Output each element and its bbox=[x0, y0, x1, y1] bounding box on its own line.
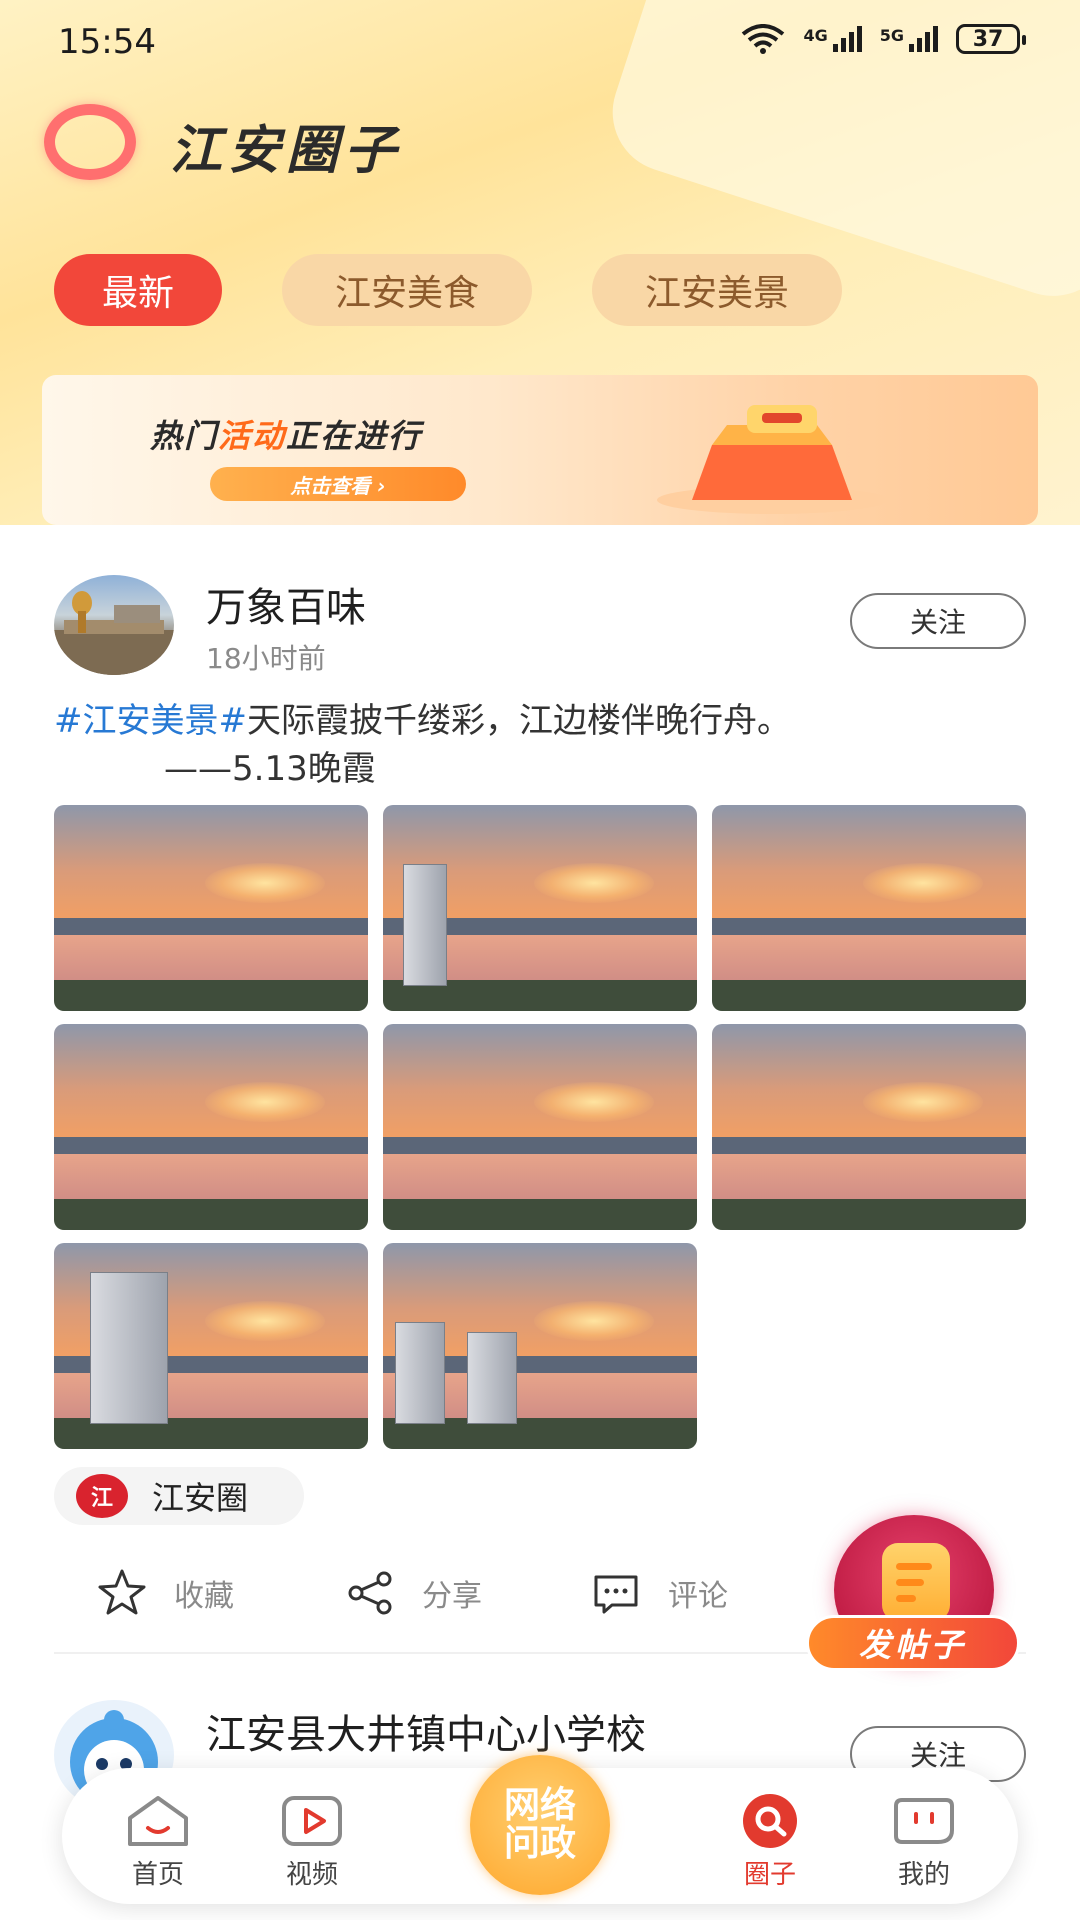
profile-icon bbox=[894, 1798, 954, 1844]
comment-button[interactable]: 评论 bbox=[590, 1553, 728, 1633]
post-image[interactable] bbox=[712, 805, 1026, 1011]
banner-headline-highlight: 活动 bbox=[218, 417, 287, 455]
topic-hashtag[interactable]: #江安美景# bbox=[54, 701, 247, 741]
logo-ring-icon bbox=[44, 104, 136, 180]
nav-center-label: 网络问政 bbox=[503, 1785, 576, 1864]
author-name[interactable]: 万象百味 bbox=[206, 575, 366, 633]
post-content[interactable]: #江安美景#天际霞披千缕彩，江边楼伴晚行舟。 ——5.13晚霞 bbox=[54, 697, 1024, 793]
status-icons: 4G 5G 37 bbox=[741, 24, 1026, 54]
note-icon bbox=[882, 1543, 950, 1621]
create-post-label: 发帖子 bbox=[806, 1615, 1020, 1671]
post-text-line2: ——5.13晚霞 bbox=[164, 749, 376, 789]
status-time: 15:54 bbox=[58, 22, 156, 62]
activity-banner[interactable]: 热门活动正在进行 点击查看 › bbox=[42, 375, 1038, 525]
nav-mine-label: 我的 bbox=[897, 1860, 950, 1890]
nav-center-button[interactable]: 网络问政 bbox=[470, 1755, 610, 1895]
share-label: 分享 bbox=[422, 1579, 482, 1614]
nav-mine[interactable]: 我的 bbox=[874, 1792, 974, 1891]
network-label-4g: 4G bbox=[803, 26, 828, 45]
tab-scenery[interactable]: 江安美景 bbox=[592, 254, 842, 326]
post-image[interactable] bbox=[383, 805, 697, 1011]
post-text-line1: 天际霞披千缕彩，江边楼伴晚行舟。 bbox=[246, 701, 791, 741]
author-name[interactable]: 江安县大井镇中心小学校 bbox=[206, 1702, 646, 1760]
author-avatar[interactable] bbox=[54, 575, 174, 675]
post-image[interactable] bbox=[383, 1243, 697, 1449]
post-image[interactable] bbox=[54, 1024, 368, 1230]
nav-home[interactable]: 首页 bbox=[108, 1792, 208, 1891]
nav-video[interactable]: 视频 bbox=[262, 1792, 362, 1891]
banner-headline-part3: 正在进行 bbox=[286, 417, 423, 455]
signal-4g-icon: 4G bbox=[803, 26, 862, 52]
nav-circle-label: 圈子 bbox=[743, 1860, 796, 1890]
follow-button[interactable]: 关注 bbox=[850, 593, 1026, 649]
banner-cta-button[interactable]: 点击查看 › bbox=[210, 467, 466, 501]
post-time: 18小时前 bbox=[206, 642, 326, 675]
star-icon bbox=[98, 1569, 146, 1615]
comment-label: 评论 bbox=[668, 1579, 728, 1614]
app-title: 江安圈子 bbox=[170, 121, 403, 181]
comment-icon bbox=[594, 1575, 638, 1614]
circle-logo-icon: 江 bbox=[76, 1474, 128, 1518]
favorite-label: 收藏 bbox=[174, 1579, 234, 1614]
create-post-button[interactable]: 发帖子 bbox=[806, 1515, 1026, 1683]
battery-icon: 37 bbox=[956, 24, 1026, 54]
battery-level: 37 bbox=[972, 26, 1004, 52]
circle-chat-icon bbox=[743, 1794, 797, 1848]
post-image[interactable] bbox=[712, 1024, 1026, 1230]
banner-headline-part1: 热门 bbox=[150, 417, 219, 455]
wifi-icon bbox=[742, 24, 785, 54]
signal-5g-icon: 5G bbox=[880, 26, 938, 52]
post-image[interactable] bbox=[383, 1024, 697, 1230]
gift-box-icon bbox=[657, 405, 887, 514]
banner-headline: 热门活动正在进行 bbox=[150, 411, 422, 457]
network-label-5g: 5G bbox=[879, 26, 904, 45]
app-logo bbox=[44, 104, 144, 184]
nav-home-label: 首页 bbox=[131, 1860, 184, 1890]
circle-tag[interactable]: 江 江安圈 bbox=[54, 1467, 304, 1525]
post-image[interactable] bbox=[54, 805, 368, 1011]
nav-circle[interactable]: 圈子 bbox=[720, 1792, 820, 1891]
favorite-button[interactable]: 收藏 bbox=[96, 1553, 234, 1633]
share-icon bbox=[348, 1571, 392, 1615]
circle-name: 江安圈 bbox=[152, 1479, 249, 1517]
category-tabs: 最新 江安美食 江安美景 bbox=[54, 254, 842, 326]
share-button[interactable]: 分享 bbox=[344, 1553, 482, 1633]
tab-food[interactable]: 江安美食 bbox=[282, 254, 532, 326]
video-play-icon bbox=[282, 1796, 342, 1846]
nav-video-label: 视频 bbox=[285, 1860, 338, 1890]
post-image[interactable] bbox=[54, 1243, 368, 1449]
tab-latest[interactable]: 最新 bbox=[54, 254, 222, 326]
status-bar: 15:54 4G 5G 37 bbox=[0, 0, 1080, 88]
home-icon bbox=[128, 1796, 188, 1846]
